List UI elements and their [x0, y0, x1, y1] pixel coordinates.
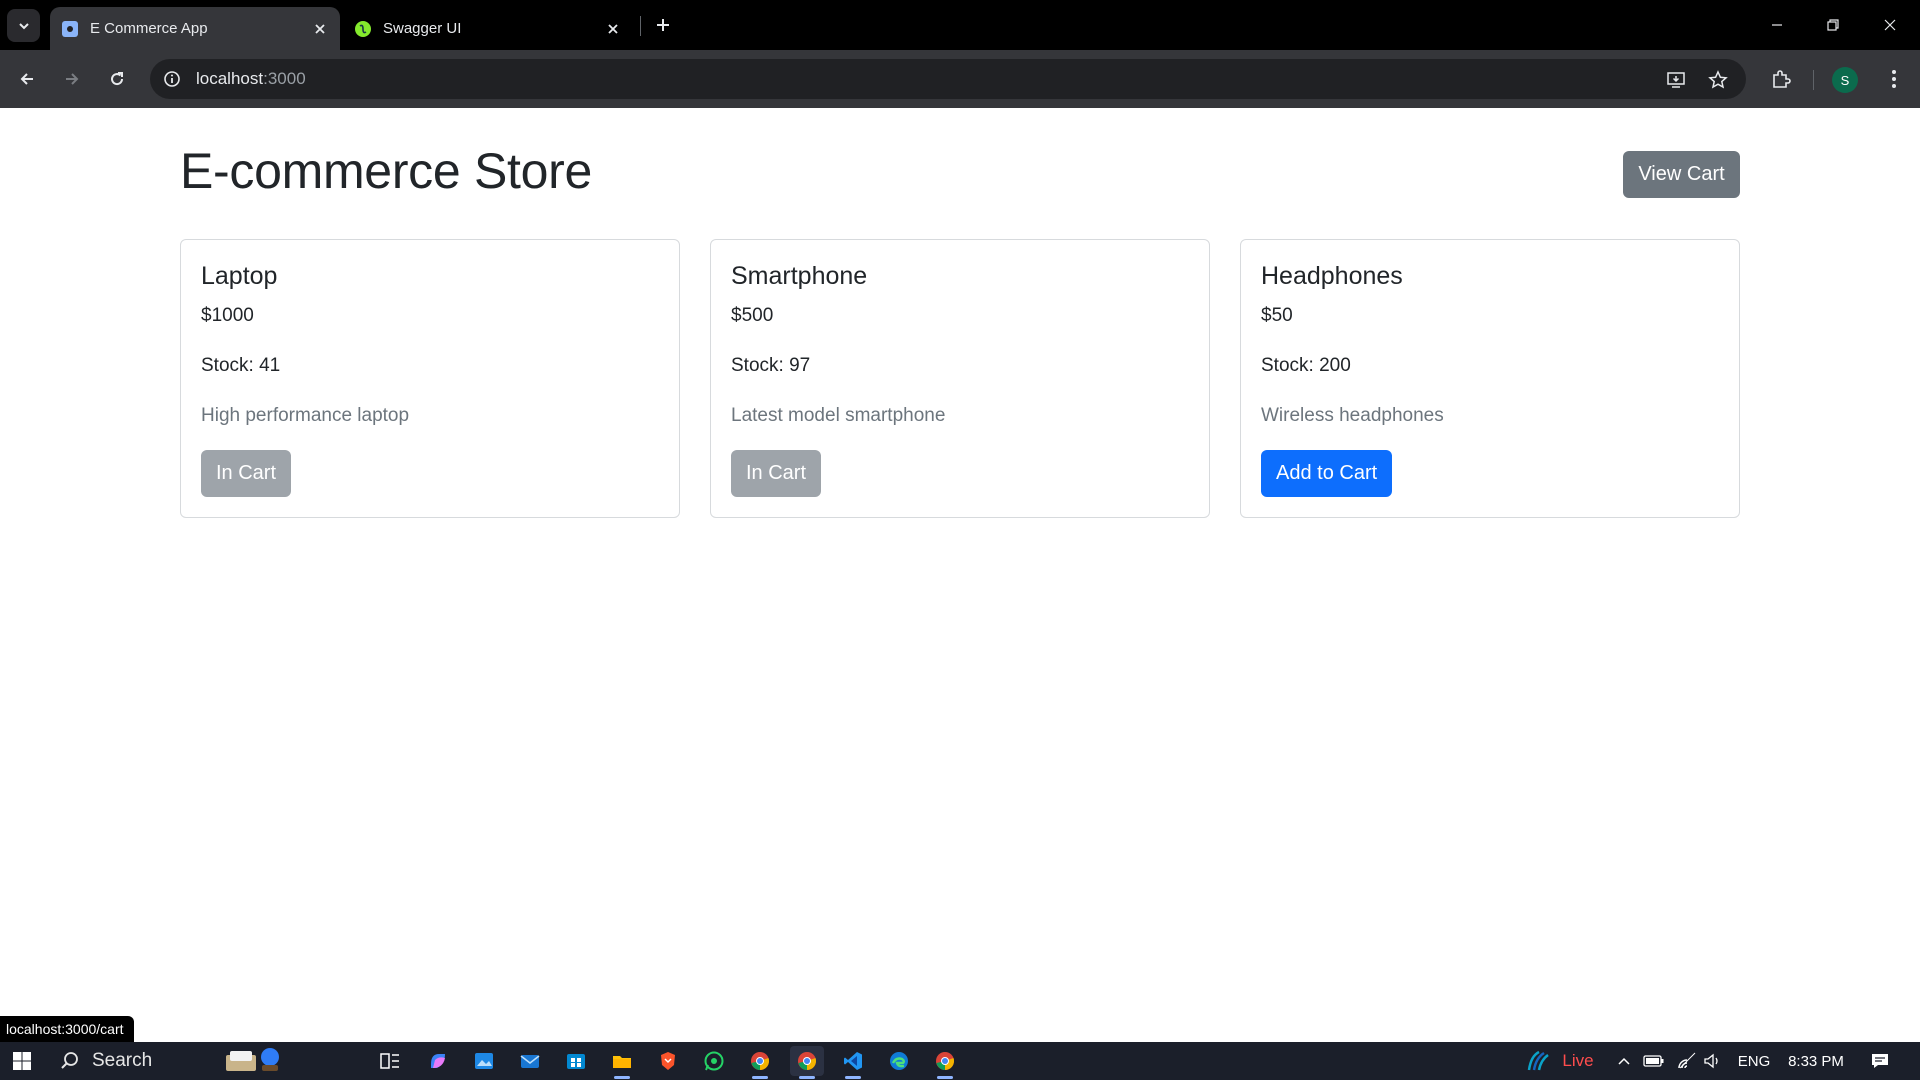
site-info-icon[interactable] [162, 69, 182, 89]
language-text: ENG [1737, 1052, 1771, 1070]
running-indicator [799, 1076, 815, 1079]
back-button[interactable] [12, 64, 42, 94]
toolbar-divider [1813, 70, 1814, 90]
url-host: localhost [196, 69, 264, 88]
browser-tab-bar: E Commerce App Swagger UI [0, 0, 1920, 50]
more-menu-icon[interactable] [1880, 65, 1908, 93]
page-title: E-commerce Store [180, 143, 592, 199]
page-content: E-commerce Store View Cart Laptop $1000 … [0, 108, 1920, 1042]
view-cart-button[interactable]: View Cart [1623, 151, 1740, 198]
chevron-down-icon [18, 22, 29, 29]
arrow-left-icon [20, 73, 33, 85]
brave-browser-icon[interactable] [651, 1046, 685, 1076]
product-stock: Stock: 97 [731, 355, 811, 376]
notification-icon[interactable] [1868, 1050, 1892, 1072]
address-bar[interactable]: localhost:3000 [150, 59, 1746, 99]
product-name: Smartphone [731, 262, 868, 290]
tab-title: Swagger UI [383, 20, 462, 37]
tab-swagger-ui[interactable]: Swagger UI [343, 7, 633, 50]
minimize-icon [1772, 24, 1782, 26]
tab-title: E Commerce App [90, 20, 208, 37]
product-description: High performance laptop [201, 405, 410, 426]
close-icon[interactable] [601, 17, 625, 41]
chrome-profile-icon[interactable] [928, 1046, 962, 1079]
reload-button[interactable] [102, 64, 132, 94]
language-indicator[interactable]: ENG [1734, 1050, 1774, 1072]
product-stock: Stock: 200 [1261, 355, 1351, 376]
copilot-icon[interactable] [421, 1046, 455, 1076]
tab-separator [640, 16, 641, 36]
running-indicator [937, 1076, 953, 1079]
mail-app-icon[interactable] [513, 1046, 547, 1076]
edge-icon[interactable] [882, 1046, 916, 1076]
product-card-headphones: Headphones $50 Stock: 200 Wireless headp… [1240, 239, 1740, 518]
task-view-icon[interactable] [373, 1046, 407, 1076]
wifi-icon[interactable] [1676, 1050, 1698, 1072]
extensions-icon[interactable] [1767, 65, 1795, 93]
tab-search-button[interactable] [7, 9, 40, 42]
taskbar-search[interactable]: Search [48, 1045, 288, 1077]
windows-logo-icon [13, 1052, 31, 1070]
product-price: $50 [1261, 305, 1293, 326]
windows-taskbar: Search Live ENG 8:33 PM [0, 1042, 1920, 1080]
chrome-active-icon[interactable] [790, 1046, 824, 1079]
browser-toolbar: localhost:3000 S [0, 50, 1920, 108]
restore-icon [1827, 19, 1839, 31]
search-icon [61, 1052, 78, 1069]
arrow-right-icon [66, 73, 79, 85]
product-card-laptop: Laptop $1000 Stock: 41 High performance … [180, 239, 680, 518]
running-indicator [845, 1076, 861, 1079]
forward-button[interactable] [57, 64, 87, 94]
battery-icon[interactable] [1642, 1050, 1666, 1072]
start-button[interactable] [6, 1046, 38, 1076]
clock[interactable]: 8:33 PM [1784, 1050, 1848, 1072]
volume-icon[interactable] [1702, 1050, 1724, 1072]
plus-icon [657, 19, 669, 31]
url-port: :3000 [263, 69, 306, 88]
close-window-button[interactable] [1875, 10, 1905, 40]
file-explorer-icon[interactable] [605, 1046, 639, 1079]
running-indicator [752, 1076, 768, 1079]
whatsapp-icon[interactable] [697, 1046, 731, 1076]
product-description: Latest model smartphone [731, 405, 946, 426]
running-indicator [614, 1076, 630, 1079]
react-icon [60, 19, 80, 39]
link-status-bubble: localhost:3000/cart [0, 1016, 134, 1042]
search-highlight-icon [216, 1045, 288, 1078]
clock-time: 8:33 PM [1788, 1052, 1844, 1070]
in-cart-button[interactable]: In Cart [201, 450, 292, 497]
product-card-smartphone: Smartphone $500 Stock: 97 Latest model s… [710, 239, 1210, 518]
install-app-icon[interactable] [1664, 68, 1688, 92]
vscode-icon[interactable] [836, 1046, 870, 1079]
reload-icon [111, 72, 124, 86]
cricket-widget-icon[interactable] [1524, 1050, 1552, 1072]
restore-button[interactable] [1818, 10, 1848, 40]
close-icon[interactable] [308, 17, 332, 41]
tab-e-commerce-app[interactable]: E Commerce App [50, 7, 340, 50]
chrome-icon[interactable] [743, 1046, 777, 1079]
live-text: Live [1562, 1051, 1594, 1070]
add-to-cart-button[interactable]: Add to Cart [1261, 450, 1393, 497]
profile-avatar[interactable]: S [1832, 67, 1858, 93]
search-label: Search [92, 1050, 153, 1071]
product-stock: Stock: 41 [201, 355, 281, 376]
swagger-icon [353, 19, 373, 39]
product-price: $500 [731, 305, 774, 326]
in-cart-button[interactable]: In Cart [731, 450, 822, 497]
product-description: Wireless headphones [1261, 405, 1444, 426]
url-text: localhost:3000 [196, 69, 306, 89]
product-price: $1000 [201, 305, 254, 326]
minimize-button[interactable] [1762, 10, 1792, 40]
photos-app-icon[interactable] [467, 1046, 501, 1076]
chevron-up-icon[interactable] [1614, 1050, 1634, 1072]
product-name: Headphones [1261, 262, 1403, 290]
product-name: Laptop [201, 262, 278, 290]
bookmark-star-icon[interactable] [1706, 68, 1730, 92]
close-icon [1884, 19, 1896, 31]
new-tab-button[interactable] [650, 12, 676, 38]
live-label[interactable]: Live [1560, 1050, 1596, 1072]
store-app-icon[interactable] [559, 1046, 593, 1076]
